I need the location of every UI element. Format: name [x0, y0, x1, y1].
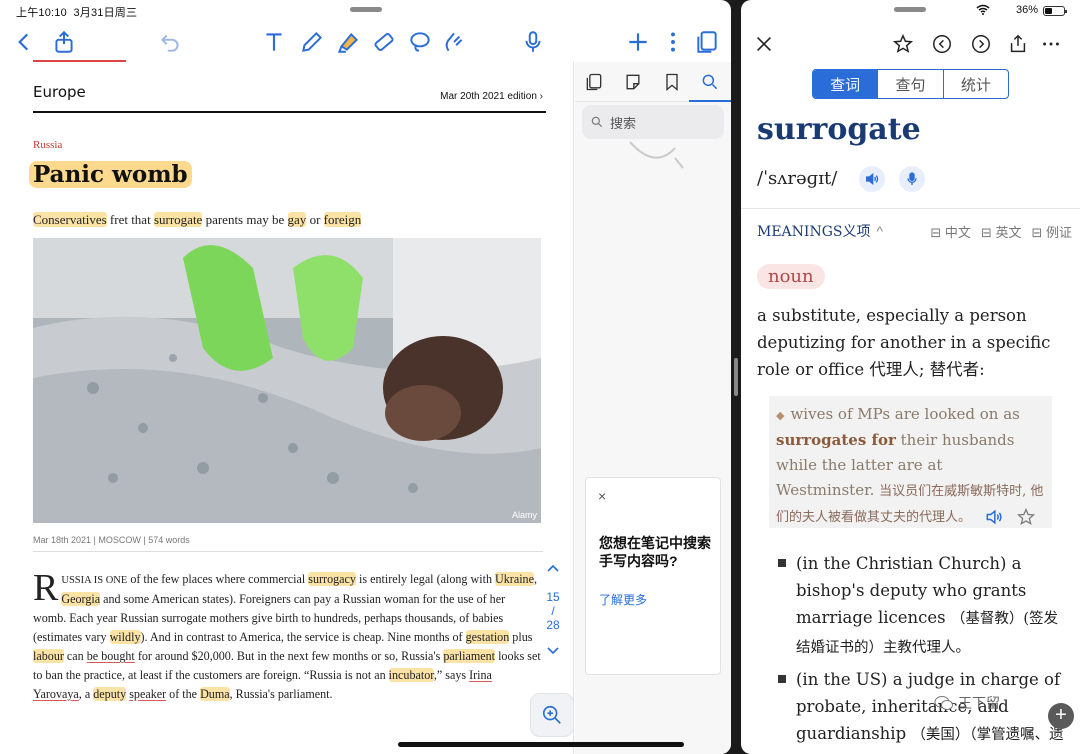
- zoom-in-icon: [542, 705, 561, 724]
- undo-icon[interactable]: [154, 24, 186, 60]
- tab-word-lookup[interactable]: 查词: [813, 70, 878, 98]
- article-body: R USSIA IS ONE of the few places where co…: [33, 567, 541, 701]
- share-icon[interactable]: [48, 24, 80, 60]
- sidebar-panel: 搜索 × 您想在笔记中搜索手写内容吗? 了解更多: [575, 62, 731, 754]
- zoom-button[interactable]: [530, 693, 574, 737]
- home-indicator[interactable]: [398, 742, 684, 747]
- add-icon[interactable]: [622, 24, 654, 60]
- lookup-mode-tabs: 查词 查句 统计: [812, 69, 1009, 99]
- sidebar-search-input[interactable]: 搜索: [582, 105, 724, 139]
- lasso-tool-icon[interactable]: [404, 24, 436, 60]
- previous-icon[interactable]: [929, 30, 955, 58]
- section-title: Europe: [33, 83, 86, 101]
- wifi-icon: [976, 4, 990, 18]
- header-divider: [741, 208, 1080, 209]
- page-up-icon[interactable]: [546, 563, 560, 573]
- microphone-icon[interactable]: [517, 24, 549, 60]
- meanings-title: MEANINGS义项: [757, 224, 871, 240]
- part-of-speech-badge: noun: [757, 264, 825, 289]
- multitask-grabber-right[interactable]: [894, 7, 926, 12]
- article-kicker: Russia: [33, 139, 63, 151]
- page-separator: /: [551, 604, 555, 618]
- filter-examples[interactable]: ⊟ 例证: [1031, 222, 1072, 241]
- dictionary-toolbar: [741, 28, 1080, 60]
- multitask-grabber[interactable]: [350, 7, 382, 12]
- eraser-tool-icon[interactable]: [368, 24, 400, 60]
- highlighter-tool-icon[interactable]: [332, 24, 364, 60]
- battery-icon: [1043, 6, 1067, 16]
- phonetic: /ˈsʌrəɡɪt/: [757, 168, 838, 189]
- learn-more-link[interactable]: 了解更多: [599, 591, 647, 608]
- article-subheadline: Conservatives fret that surrogate parent…: [33, 212, 362, 227]
- record-microphone-icon[interactable]: [899, 166, 925, 192]
- drop-cap: R: [33, 567, 59, 609]
- page-navigator: 15 / 28: [541, 562, 565, 659]
- text-tool-icon[interactable]: [258, 24, 290, 60]
- status-time: 上午10:10 3月31日周三: [16, 7, 138, 19]
- definition-2: (in the Christian Church) a bishop's dep…: [778, 550, 1068, 662]
- battery-percent: 36%: [1015, 4, 1038, 16]
- watermark: 王下留: [934, 693, 1000, 713]
- filter-english[interactable]: ⊟ 英文: [981, 222, 1022, 241]
- section-rule: [33, 111, 546, 113]
- page-total: 28: [546, 618, 560, 632]
- close-icon[interactable]: [751, 30, 777, 58]
- tip-close-button[interactable]: ×: [598, 488, 606, 504]
- more-vertical-icon[interactable]: [657, 24, 689, 60]
- search-icon: [591, 116, 603, 128]
- pages-icon[interactable]: [691, 24, 723, 60]
- handwriting-search-tip: × 您想在笔记中搜索手写内容吗? 了解更多: [585, 477, 721, 675]
- headword: surrogate: [757, 112, 921, 147]
- page-current: 15: [546, 590, 560, 604]
- back-icon[interactable]: [8, 24, 40, 60]
- dictionary-app: 36% 查词 查句 统计 surrogate /ˈsʌrəɡɪt/ MEANIN…: [741, 0, 1080, 754]
- example-speaker-icon[interactable]: [984, 507, 1004, 527]
- dateline-divider: [33, 551, 543, 552]
- definition-1: a substitute, especially a person deputi…: [757, 306, 1051, 379]
- next-icon[interactable]: [968, 30, 994, 58]
- thumbnails-tab-icon[interactable]: [581, 70, 607, 94]
- meanings-bar: MEANINGS义项 ^ ⊟ 中文 ⊟ 英文 ⊟ 例证: [757, 221, 1072, 241]
- tip-title: 您想在笔记中搜索手写内容吗?: [599, 535, 711, 569]
- photo-credit: Alamy: [511, 510, 537, 520]
- notes-tab-icon[interactable]: [620, 70, 646, 94]
- status-bar: 上午10:10 3月31日周三: [0, 0, 731, 22]
- article-dateline: Mar 18th 2021 | MOSCOW | 574 words: [33, 535, 190, 545]
- document-page: Europe Mar 20th 2021 edition › Russia Pa…: [0, 60, 574, 754]
- sense-bullet: [778, 675, 786, 683]
- collapse-chevron-icon[interactable]: ^: [876, 223, 883, 239]
- shapes-tool-icon[interactable]: [438, 24, 470, 60]
- wechat-logo-icon: [934, 696, 953, 710]
- definition-3: (in the US) a judge in charge of probate…: [778, 666, 1068, 754]
- status-bar-right: 36%: [741, 0, 1080, 22]
- edition-link[interactable]: Mar 20th 2021 edition ›: [440, 91, 543, 102]
- section-accent: [33, 60, 126, 62]
- more-horizontal-icon[interactable]: [1038, 30, 1064, 58]
- pen-tool-icon[interactable]: [296, 24, 328, 60]
- divider-handle[interactable]: [734, 358, 738, 396]
- article-headline: Panic womb: [29, 161, 192, 188]
- filter-chinese[interactable]: ⊟ 中文: [930, 222, 971, 241]
- tab-sentence-lookup[interactable]: 查句: [877, 70, 942, 98]
- split-view-divider[interactable]: [731, 0, 741, 754]
- toolbar: [0, 24, 731, 62]
- article-photo: Alamy: [33, 238, 541, 523]
- example-star-icon[interactable]: [1016, 507, 1036, 527]
- tab-statistics[interactable]: 统计: [942, 70, 1008, 98]
- share-icon[interactable]: [1005, 30, 1031, 58]
- notes-app: 上午10:10 3月31日周三 Europe Mar 20th 2021 edi…: [0, 0, 731, 754]
- empty-search-illustration: [629, 141, 684, 169]
- bookmark-tab-icon[interactable]: [659, 70, 685, 94]
- sidebar-tabs: [575, 62, 731, 102]
- search-tab-icon[interactable]: [689, 70, 731, 102]
- floating-add-button[interactable]: +: [1048, 703, 1074, 729]
- sense-bullet: [778, 559, 786, 567]
- favorite-star-icon[interactable]: [890, 30, 916, 58]
- example-sentence: ◆ wives of MPs are looked on as surrogate…: [769, 396, 1052, 528]
- pronounce-speaker-icon[interactable]: [859, 166, 885, 192]
- page-down-icon[interactable]: [546, 646, 560, 656]
